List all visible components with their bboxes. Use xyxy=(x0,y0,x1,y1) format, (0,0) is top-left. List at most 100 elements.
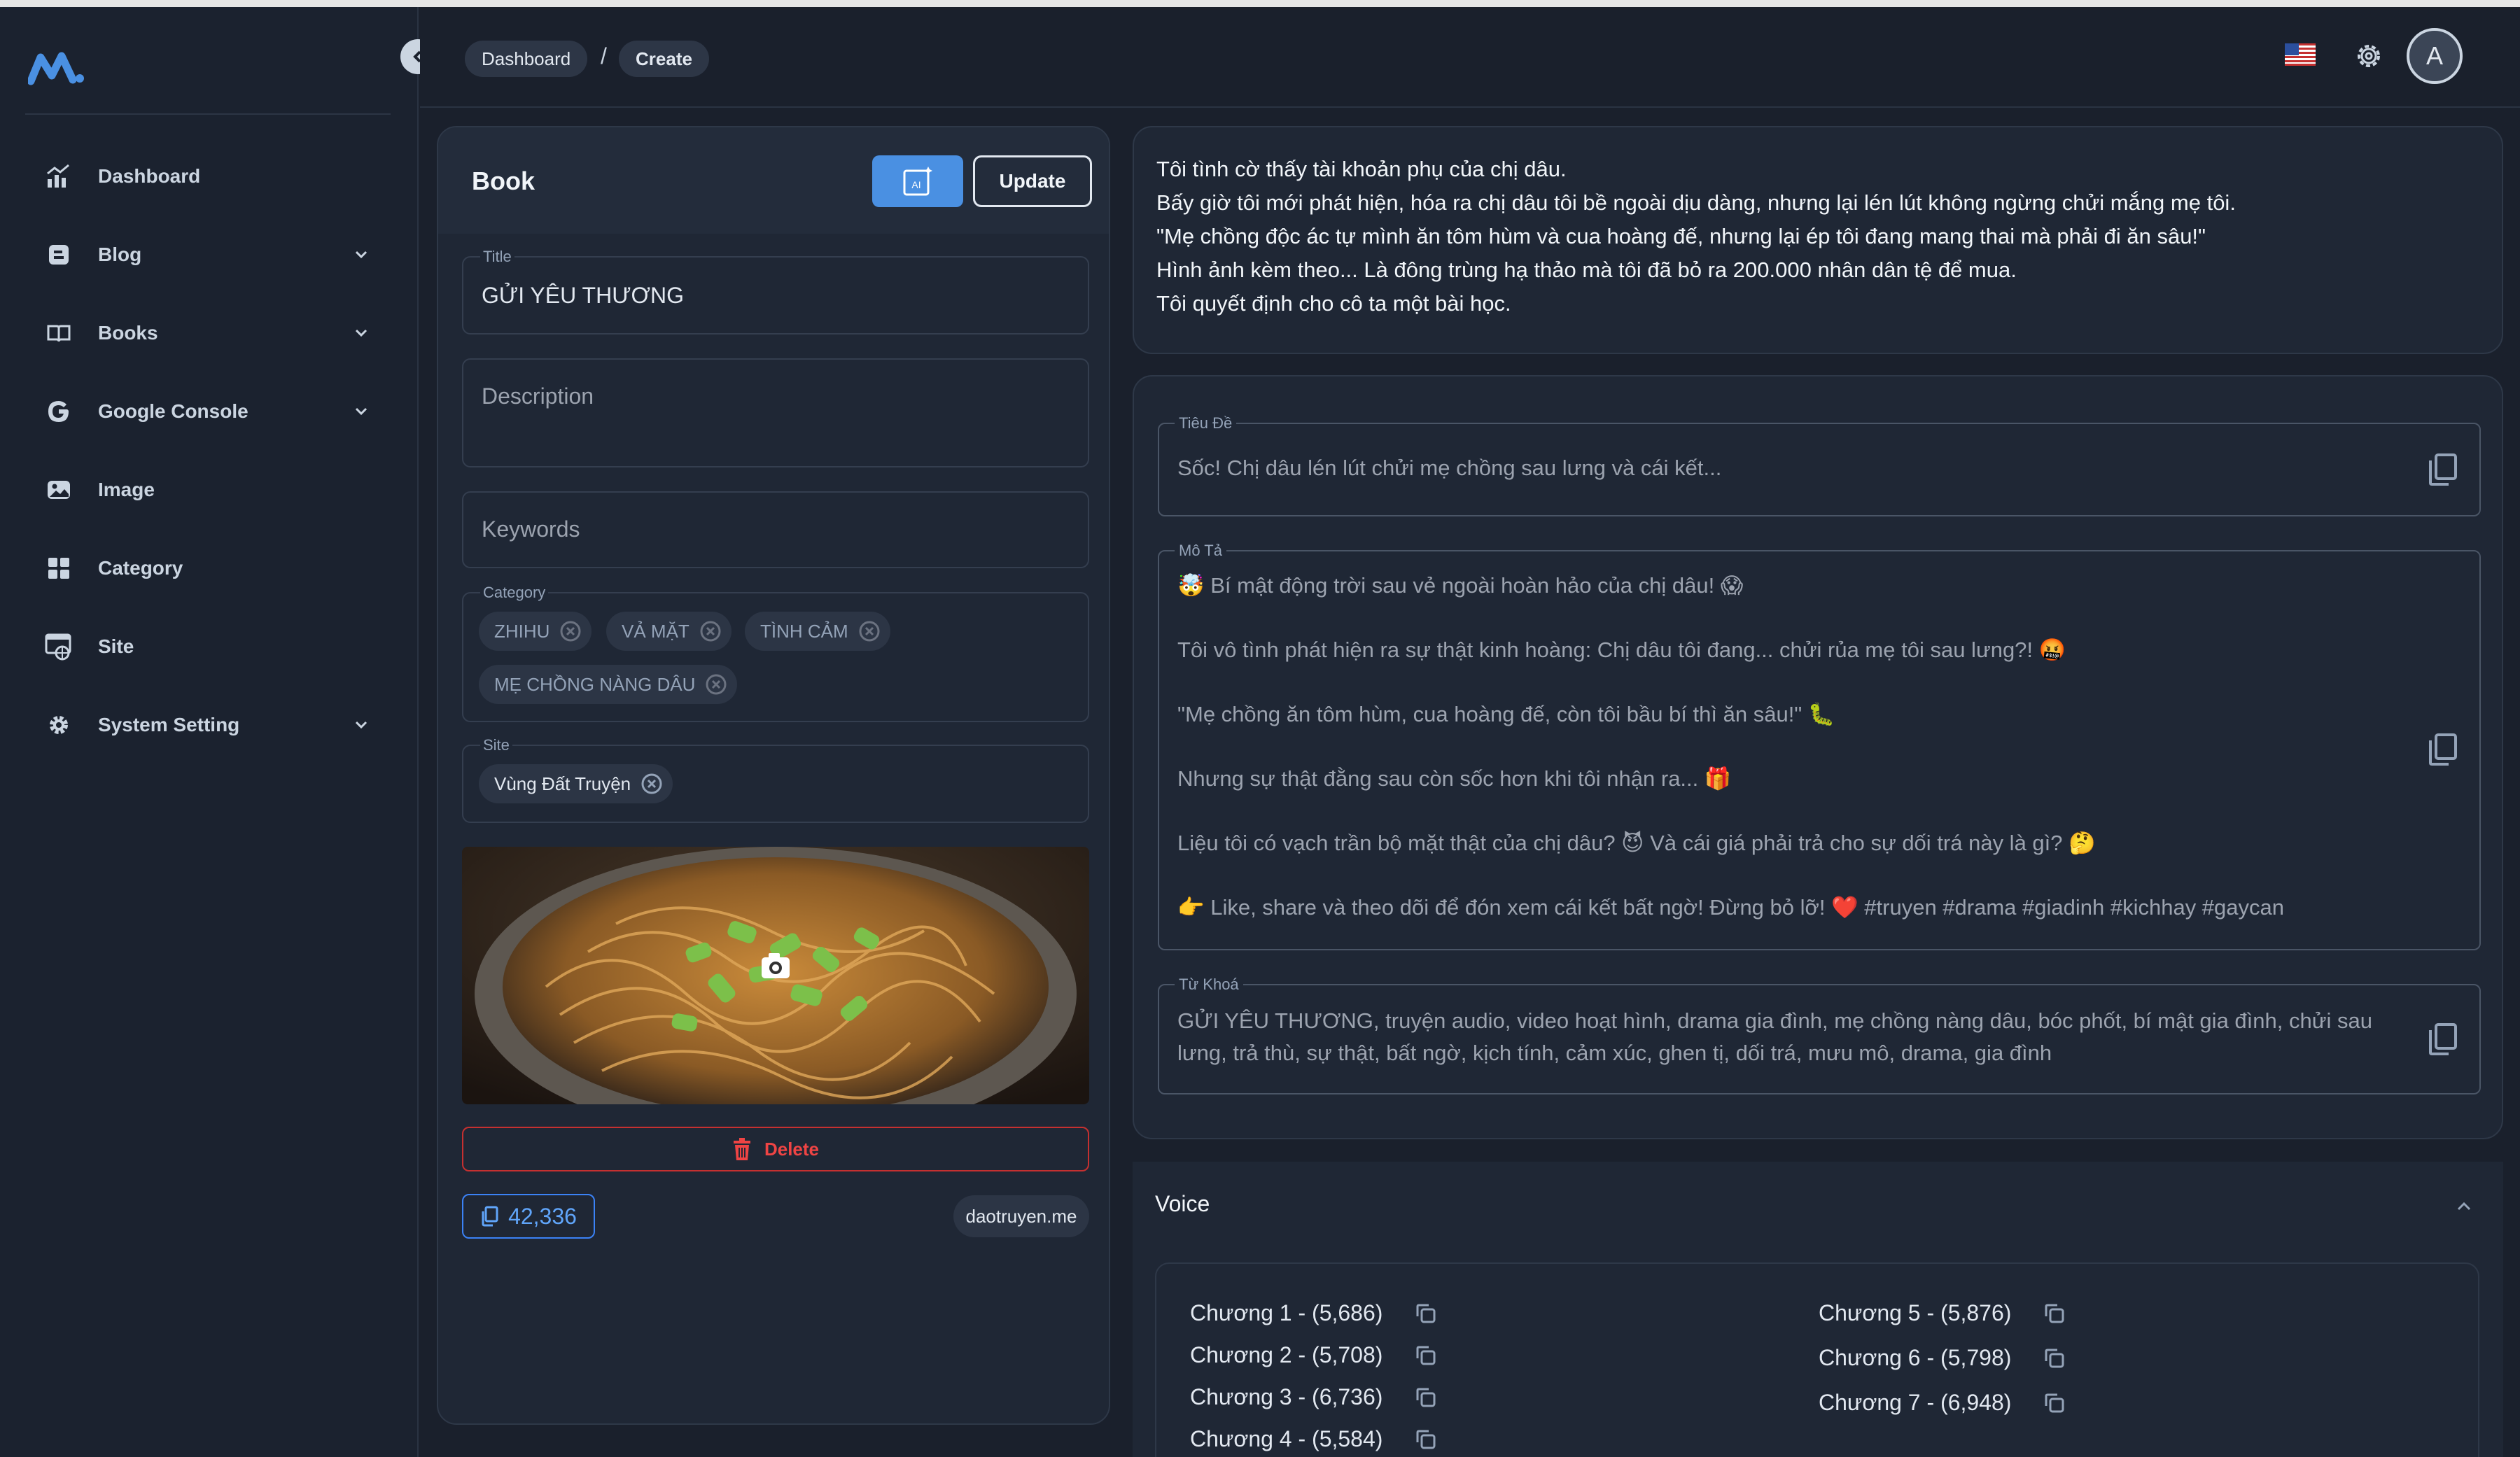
sidebar-item-label: Google Console xyxy=(98,400,248,422)
chapter-item[interactable]: Chương 5 - (5,876) xyxy=(1819,1300,2067,1326)
summary-line: Tôi tình cờ thấy tài khoản phụ của chị d… xyxy=(1156,157,1567,181)
sidebar-item-blog[interactable]: Blog xyxy=(25,220,391,290)
description-line: 👉 Like, share và theo dõi để đón xem cái… xyxy=(1177,895,2285,920)
chevron-up-icon[interactable] xyxy=(2453,1195,2475,1218)
generated-description-legend: Mô Tả xyxy=(1175,542,1226,560)
generated-title-value: Sốc! Chị dâu lén lút chửi mẹ chồng sau l… xyxy=(1177,456,1722,480)
copy-icon[interactable] xyxy=(2426,732,2458,767)
remove-chip-icon[interactable] xyxy=(640,773,663,795)
breadcrumb-create[interactable]: Create xyxy=(619,41,709,77)
settings-gear-icon[interactable] xyxy=(2352,39,2386,73)
blog-icon xyxy=(43,239,74,270)
copy-icon[interactable] xyxy=(2042,1391,2067,1416)
sidebar-item-label: Site xyxy=(98,635,134,657)
us-flag-icon[interactable] xyxy=(2285,43,2316,66)
chapter-item[interactable]: Chương 4 - (5,584) xyxy=(1190,1426,1438,1452)
generated-metadata-panel: Tiêu Đề Sốc! Chị dâu lén lút chửi mẹ chồ… xyxy=(1133,375,2503,1139)
keywords-field[interactable]: Keywords xyxy=(462,491,1089,568)
sidebar-item-site[interactable]: Site xyxy=(25,612,391,682)
grid-icon xyxy=(43,553,74,584)
title-legend: Title xyxy=(480,248,514,266)
trash-icon xyxy=(733,1138,750,1160)
top-header xyxy=(420,7,2520,108)
chapter-item[interactable]: Chương 3 - (6,736) xyxy=(1190,1384,1438,1410)
description-line: Nhưng sự thật đằng sau còn sốc hơn khi t… xyxy=(1177,766,1732,791)
remove-chip-icon[interactable] xyxy=(699,620,722,642)
sidebar-item-dashboard[interactable]: Dashboard xyxy=(25,141,391,211)
delete-label: Delete xyxy=(764,1138,820,1160)
sidebar-item-category[interactable]: Category xyxy=(25,533,391,603)
copy-icon[interactable] xyxy=(2042,1346,2067,1371)
copy-icon[interactable] xyxy=(1413,1385,1438,1410)
site-chip[interactable]: Vùng Đất Truyện xyxy=(479,764,673,803)
copy-icon[interactable] xyxy=(1413,1427,1438,1452)
update-button[interactable]: Update xyxy=(973,155,1092,207)
generated-description-field[interactable]: Mô Tả 🤯 Bí mật động trời sau vẻ ngoài ho… xyxy=(1158,542,2481,950)
word-count: 42,336 xyxy=(508,1203,577,1229)
sidebar-item-image[interactable]: Image xyxy=(25,455,391,525)
sidebar-item-system-setting[interactable]: System Setting xyxy=(25,690,391,760)
site-legend: Site xyxy=(480,736,512,754)
book-open-icon xyxy=(43,318,74,349)
domain-chip[interactable]: daotruyen.me xyxy=(953,1195,1089,1237)
title-field[interactable]: Title GỬI YÊU THƯƠNG xyxy=(462,248,1089,335)
breadcrumb-dashboard[interactable]: Dashboard xyxy=(465,41,588,77)
chapter-label: Chương 3 - (6,736) xyxy=(1190,1384,1383,1409)
generated-keywords-field[interactable]: Từ Khoá GỬI YÊU THƯƠNG, truyện audio, vi… xyxy=(1158,976,2481,1094)
copy-icon xyxy=(482,1206,498,1227)
category-chip[interactable]: TÌNH CẢM xyxy=(745,612,890,651)
keywords-placeholder: Keywords xyxy=(482,516,580,542)
category-chip[interactable]: MẸ CHỒNG NÀNG DÂU xyxy=(479,665,738,704)
sidebar-item-books[interactable]: Books xyxy=(25,298,391,368)
copy-icon[interactable] xyxy=(1413,1343,1438,1368)
chart-icon xyxy=(43,161,74,192)
copy-icon[interactable] xyxy=(2042,1301,2067,1326)
book-panel-title: Book xyxy=(472,167,535,195)
chip-label: MẸ CHỒNG NÀNG DÂU xyxy=(494,673,696,695)
copy-icon[interactable] xyxy=(1413,1301,1438,1326)
remove-chip-icon[interactable] xyxy=(559,620,582,642)
sidebar-item-google-console[interactable]: Google Console xyxy=(25,376,391,446)
breadcrumb-separator: / xyxy=(601,43,607,69)
chip-label: VẢ MẶT xyxy=(622,620,690,642)
chip-label: ZHIHU xyxy=(494,620,550,642)
description-line: "Mẹ chồng ăn tôm hùm, cua hoàng đế, còn … xyxy=(1177,702,1835,726)
ai-generate-button[interactable]: AI xyxy=(872,155,963,207)
chapter-item[interactable]: Chương 7 - (6,948) xyxy=(1819,1390,2067,1416)
copy-icon[interactable] xyxy=(2426,1022,2458,1057)
app-logo[interactable] xyxy=(28,48,87,90)
remove-chip-icon[interactable] xyxy=(858,620,881,642)
chapter-item[interactable]: Chương 1 - (5,686) xyxy=(1190,1300,1438,1326)
svg-text:AI: AI xyxy=(911,179,920,190)
summary-line: "Mẹ chồng độc ác tự mình ăn tôm hùm và c… xyxy=(1156,224,2206,248)
remove-chip-icon[interactable] xyxy=(705,673,727,696)
generated-title-field[interactable]: Tiêu Đề Sốc! Chị dâu lén lút chửi mẹ chồ… xyxy=(1158,414,2481,516)
voice-title: Voice xyxy=(1155,1191,1210,1216)
description-field[interactable]: Description xyxy=(462,358,1089,467)
sidebar-item-label: System Setting xyxy=(98,714,240,735)
sidebar-item-label: Blog xyxy=(98,244,142,265)
chapter-item[interactable]: Chương 6 - (5,798) xyxy=(1819,1345,2067,1371)
chevron-down-icon xyxy=(355,329,368,337)
chapter-item[interactable]: Chương 2 - (5,708) xyxy=(1190,1342,1438,1368)
user-avatar[interactable]: A xyxy=(2407,28,2463,84)
copy-count-button[interactable]: 42,336 xyxy=(462,1194,595,1239)
delete-button[interactable]: Delete xyxy=(462,1127,1089,1171)
description-line: Liệu tôi có vạch trần bộ mặt thật của ch… xyxy=(1177,831,2096,855)
cover-image[interactable] xyxy=(462,847,1089,1104)
sidebar-divider xyxy=(25,113,391,115)
category-chip[interactable]: VẢ MẶT xyxy=(606,612,732,651)
chapter-label: Chương 4 - (5,584) xyxy=(1190,1426,1383,1451)
noodle-bowl-image xyxy=(462,847,1089,1104)
summary-line: Bấy giờ tôi mới phát hiện, hóa ra chị dâ… xyxy=(1156,190,2236,215)
sidebar-item-label: Category xyxy=(98,557,183,579)
category-chip[interactable]: ZHIHU xyxy=(479,612,592,651)
sidebar-item-label: Dashboard xyxy=(98,165,201,187)
window-top-strip xyxy=(0,0,2520,7)
summary-line: Tôi quyết định cho cô ta một bài học. xyxy=(1156,291,1511,316)
copy-icon[interactable] xyxy=(2426,452,2458,487)
chevron-down-icon xyxy=(355,251,368,259)
chapter-label: Chương 1 - (5,686) xyxy=(1190,1300,1383,1325)
chip-label: Vùng Đất Truyện xyxy=(494,773,631,794)
generated-keywords-value: GỬI YÊU THƯƠNG, truyện audio, video hoạt… xyxy=(1177,1008,2372,1065)
